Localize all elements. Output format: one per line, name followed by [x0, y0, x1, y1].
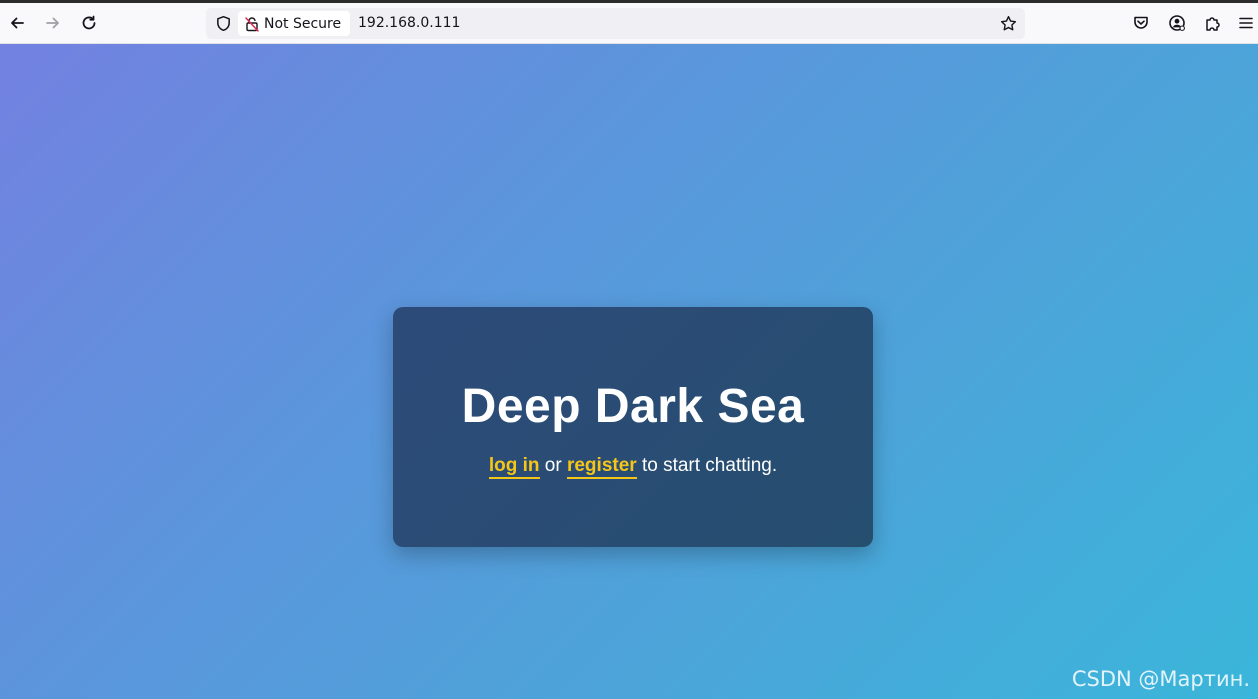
suffix-text: to start chatting.: [636, 455, 778, 476]
register-link[interactable]: register: [566, 455, 637, 479]
reload-button[interactable]: [75, 9, 103, 37]
account-button[interactable]: [1163, 9, 1191, 37]
connection-security-indicator[interactable]: Not Secure: [238, 11, 350, 36]
puzzle-icon: [1206, 17, 1220, 31]
page-title: Deep Dark Sea: [461, 380, 805, 433]
back-button[interactable]: [3, 9, 31, 37]
extensions-button[interactable]: [1199, 9, 1227, 37]
login-link[interactable]: log in: [488, 455, 540, 479]
security-label: Not Secure: [264, 15, 342, 32]
tracking-protection-button[interactable]: [212, 12, 234, 34]
reload-icon: [82, 15, 96, 30]
hamburger-menu-icon: [1239, 17, 1253, 29]
account-icon: [1169, 15, 1185, 31]
address-bar[interactable]: Not Secure 192.168.0.111: [206, 8, 1025, 39]
shield-icon: [216, 15, 230, 31]
app-menu-button[interactable]: [1234, 9, 1258, 37]
page-viewport: Deep Dark Sea log in or register to star…: [0, 44, 1258, 699]
insecure-lock-icon: [245, 16, 259, 32]
watermark: CSDN @Мартин.: [1071, 667, 1250, 691]
auth-prompt: log in or register to start chatting.: [393, 455, 873, 479]
arrow-right-icon: [46, 17, 59, 29]
arrow-left-icon: [11, 17, 24, 29]
welcome-card: Deep Dark Sea log in or register to star…: [393, 307, 873, 547]
browser-window: Not Secure 192.168.0.111 Deep Dark Sea l…: [0, 0, 1258, 699]
bookmark-button[interactable]: [997, 12, 1019, 34]
browser-toolbar: Not Secure 192.168.0.111: [0, 3, 1258, 44]
forward-button[interactable]: [39, 9, 67, 37]
star-icon: [1000, 15, 1016, 30]
url-text[interactable]: 192.168.0.111: [358, 15, 460, 31]
or-text: or: [539, 455, 567, 476]
pocket-icon: [1134, 16, 1148, 29]
pocket-button[interactable]: [1127, 9, 1155, 37]
